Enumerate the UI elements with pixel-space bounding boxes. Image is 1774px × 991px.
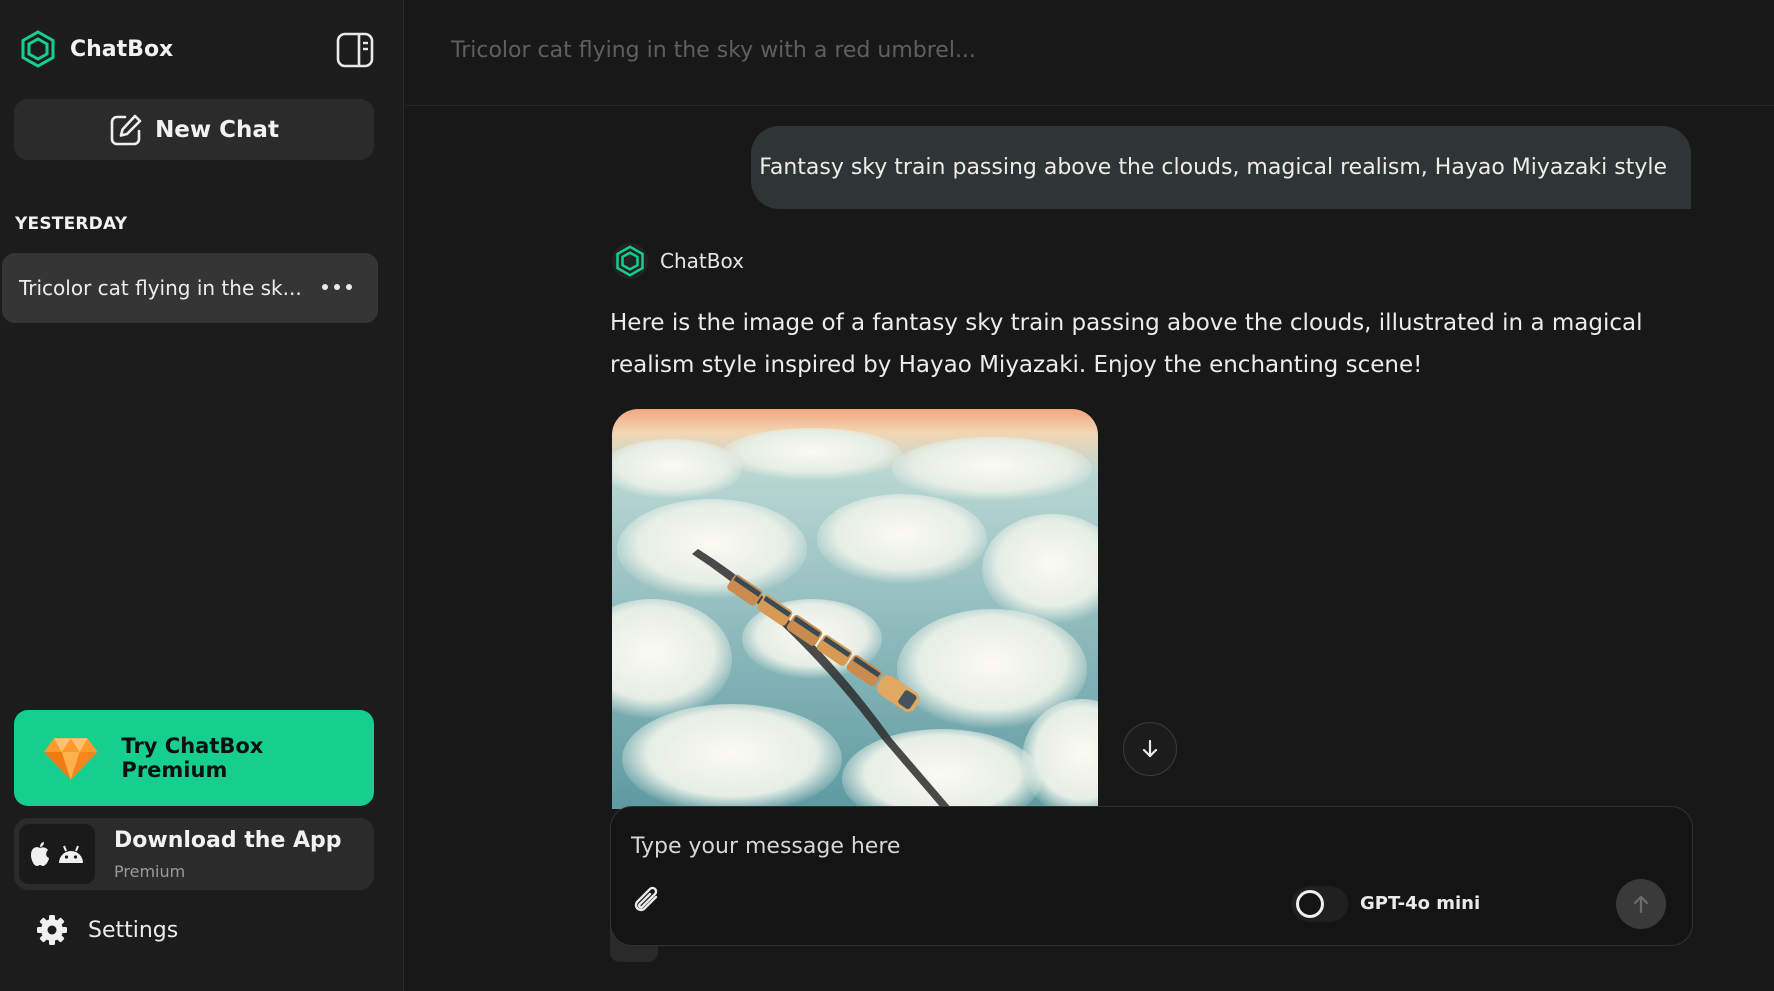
model-selector[interactable]: GPT-4o mini (1360, 893, 1480, 914)
apple-icon (31, 842, 49, 866)
new-chat-label: New Chat (155, 116, 279, 143)
chat-item[interactable]: Tricolor cat flying in the sk... (2, 253, 378, 323)
download-app-button[interactable]: Download the App Premium (14, 818, 374, 890)
paperclip-icon (634, 886, 658, 912)
sidebar-toggle-icon (336, 32, 374, 68)
avatar (612, 243, 648, 279)
try-premium-button[interactable]: Try ChatBox Premium (14, 710, 374, 806)
message-composer: GPT-4o mini (610, 806, 1693, 946)
chatbox-logo-icon (616, 245, 644, 277)
chatbox-app: ChatBox New Chat YESTERDAY Tricolor cat … (0, 0, 1774, 991)
attach-button[interactable] (629, 883, 665, 919)
sidebar-toggle-button[interactable] (336, 32, 374, 68)
chat-main: Tricolor cat flying in the sky with a re… (405, 0, 1774, 991)
download-title: Download the App (114, 828, 342, 853)
assistant-header: ChatBox (612, 243, 744, 279)
download-subtitle: Premium (114, 862, 186, 881)
message-input[interactable] (631, 829, 1531, 863)
chatbox-logo-icon (21, 30, 55, 68)
assistant-name: ChatBox (660, 249, 744, 273)
sidebar: ChatBox New Chat YESTERDAY Tricolor cat … (0, 0, 404, 991)
brand-name: ChatBox (70, 36, 174, 62)
arrow-down-icon (1142, 739, 1158, 758)
scroll-down-button[interactable] (1123, 722, 1177, 776)
user-message-text: Fantasy sky train passing above the clou… (759, 155, 1667, 180)
chat-item-title: Tricolor cat flying in the sk... (19, 276, 302, 300)
android-icon (59, 845, 83, 863)
generated-sky-train-image[interactable] (612, 409, 1098, 809)
premium-label: Try ChatBox Premium (121, 734, 264, 782)
toggle-knob (1296, 890, 1324, 918)
section-label-yesterday: YESTERDAY (15, 214, 128, 234)
web-search-toggle[interactable] (1292, 886, 1348, 922)
gear-icon (37, 915, 67, 945)
brand: ChatBox (20, 30, 173, 68)
send-button[interactable] (1616, 879, 1666, 929)
gem-icon (43, 738, 98, 780)
sky-train-illustration (612, 409, 1098, 809)
user-message-bubble: Fantasy sky train passing above the clou… (751, 126, 1691, 209)
new-chat-button[interactable]: New Chat (14, 99, 374, 160)
edit-icon (110, 114, 142, 145)
topbar: Tricolor cat flying in the sky with a re… (405, 0, 1774, 106)
settings-label: Settings (88, 917, 179, 943)
assistant-message-text: Here is the image of a fantasy sky train… (610, 310, 1643, 378)
conversation-title: Tricolor cat flying in the sky with a re… (451, 38, 976, 63)
more-dots-icon[interactable] (322, 275, 352, 299)
platform-icons (19, 824, 95, 884)
settings-button[interactable]: Settings (36, 914, 178, 946)
arrow-up-icon (1633, 895, 1649, 914)
